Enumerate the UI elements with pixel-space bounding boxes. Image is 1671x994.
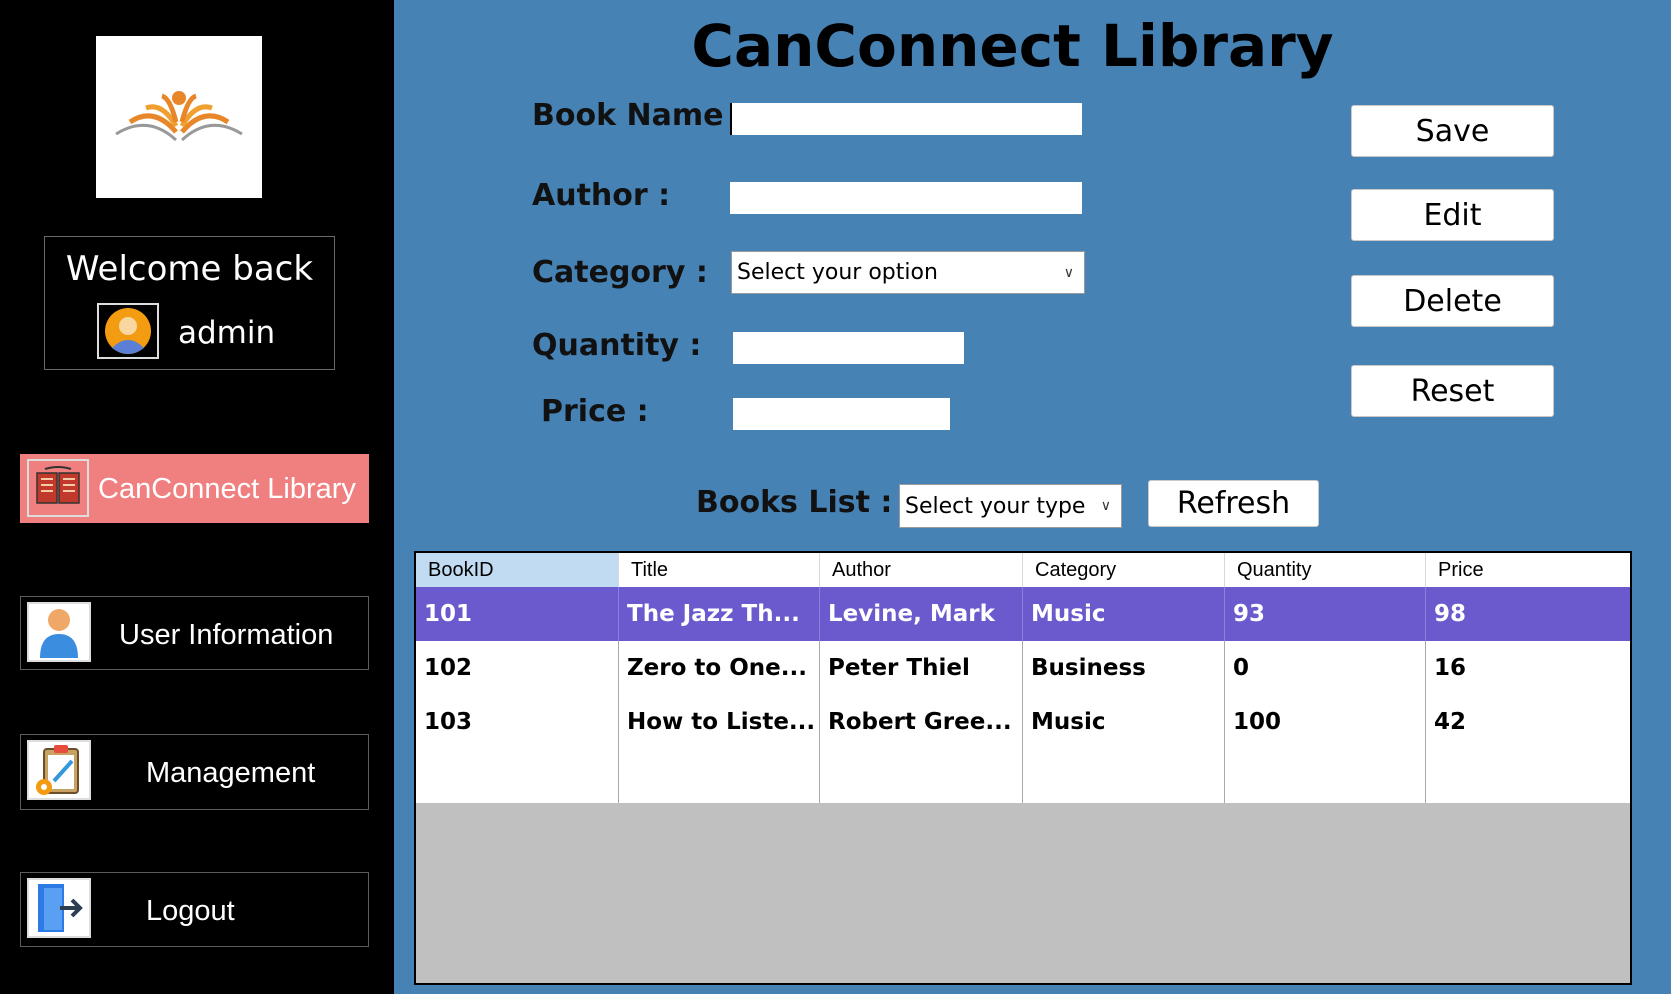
- sidebar: Welcome back admin CanConnect Library Us…: [0, 0, 394, 994]
- open-book-logo-icon: [115, 91, 243, 142]
- chevron-down-icon: ∨: [1100, 498, 1111, 514]
- nav-label-logout: Logout: [146, 895, 235, 927]
- cell-bookid: 102: [416, 641, 619, 695]
- refresh-button[interactable]: Refresh: [1148, 480, 1319, 527]
- empty-cell: [1023, 749, 1225, 803]
- empty-cell: [1225, 749, 1426, 803]
- user-avatar-icon: [97, 303, 159, 359]
- price-label: Price :: [541, 394, 649, 429]
- cell-price: 98: [1434, 601, 1467, 627]
- cell-author: Levine, Mark: [820, 587, 1023, 641]
- cell-quantity: 93: [1225, 587, 1426, 641]
- cell-quantity: 0: [1225, 641, 1426, 695]
- cell-quantity: 100: [1225, 695, 1426, 749]
- welcome-panel: Welcome back admin: [44, 236, 335, 370]
- category-label: Category :: [532, 255, 708, 290]
- welcome-text: Welcome back: [65, 249, 314, 289]
- nav-logout[interactable]: Logout: [20, 872, 369, 947]
- cell-category: Music: [1023, 695, 1225, 749]
- category-dropdown[interactable]: Select your option ∨: [731, 251, 1085, 294]
- column-header-title[interactable]: Title: [619, 553, 820, 587]
- cell-category: Music: [1023, 587, 1225, 641]
- column-header-bookid[interactable]: BookID: [416, 553, 619, 587]
- books-list-selected-value: Select your type: [905, 493, 1086, 519]
- column-header-quantity[interactable]: Quantity: [1225, 553, 1426, 587]
- empty-cell: [820, 749, 1023, 803]
- category-selected-value: Select your option: [737, 260, 938, 285]
- table-row-empty: [416, 749, 1630, 803]
- author-label: Author :: [532, 178, 671, 213]
- books-table[interactable]: BookID Title Author Category Quantity Pr…: [414, 551, 1632, 985]
- cell-bookid: 103: [416, 695, 619, 749]
- book-name-label: Book Name :: [532, 98, 746, 133]
- column-header-author[interactable]: Author: [820, 553, 1023, 587]
- quantity-label: Quantity :: [532, 328, 702, 363]
- cell-title: How to Liste...: [619, 695, 820, 749]
- nav-label-library: CanConnect Library: [98, 473, 356, 505]
- nav-label-user: User Information: [119, 619, 334, 651]
- reset-button[interactable]: Reset: [1351, 365, 1554, 417]
- main-panel: CanConnect Library Book Name : Author : …: [394, 0, 1671, 994]
- table-row[interactable]: 101 The Jazz Th... Levine, Mark Music 93…: [416, 587, 1630, 641]
- author-input[interactable]: [730, 182, 1082, 214]
- page-title: CanConnect Library: [691, 12, 1334, 80]
- empty-cell: [619, 749, 820, 803]
- nav-management[interactable]: Management: [20, 734, 369, 810]
- book-name-input[interactable]: [730, 103, 1082, 135]
- nav-label-management: Management: [146, 757, 316, 789]
- column-header-category[interactable]: Category: [1023, 553, 1225, 587]
- cell-bookid: 101: [416, 587, 619, 641]
- cell-title: Zero to One...: [619, 641, 820, 695]
- cell-price: 16: [1434, 655, 1467, 681]
- chevron-down-icon: ∨: [1063, 264, 1074, 281]
- column-header-price[interactable]: Price: [1426, 553, 1630, 587]
- cell-author: Robert Gree...: [820, 695, 1023, 749]
- cell-title: The Jazz Th...: [619, 587, 820, 641]
- empty-cell: [1426, 749, 1630, 803]
- clipboard-gear-icon: [27, 740, 91, 800]
- user-icon: [27, 602, 91, 662]
- books-list-dropdown[interactable]: Select your type ∨: [899, 484, 1122, 528]
- table-row[interactable]: 103 How to Liste... Robert Gree... Music…: [416, 695, 1630, 749]
- quantity-input[interactable]: [733, 332, 964, 364]
- price-input[interactable]: [733, 398, 950, 430]
- delete-button[interactable]: Delete: [1351, 275, 1554, 327]
- books-list-label: Books List :: [696, 485, 893, 520]
- nav-canconnect-library[interactable]: CanConnect Library: [20, 454, 369, 523]
- table-header: BookID Title Author Category Quantity Pr…: [416, 553, 1630, 587]
- edit-button[interactable]: Edit: [1351, 189, 1554, 241]
- empty-cell: [416, 749, 619, 803]
- book-icon: [27, 459, 89, 517]
- table-row[interactable]: 102 Zero to One... Peter Thiel Business …: [416, 641, 1630, 695]
- username: admin: [178, 315, 276, 351]
- save-button[interactable]: Save: [1351, 105, 1554, 157]
- library-logo: [96, 36, 262, 198]
- cell-category: Business: [1023, 641, 1225, 695]
- cell-price: 42: [1434, 709, 1467, 735]
- logout-icon: [27, 878, 91, 938]
- cell-author: Peter Thiel: [820, 641, 1023, 695]
- nav-user-information[interactable]: User Information: [20, 596, 369, 670]
